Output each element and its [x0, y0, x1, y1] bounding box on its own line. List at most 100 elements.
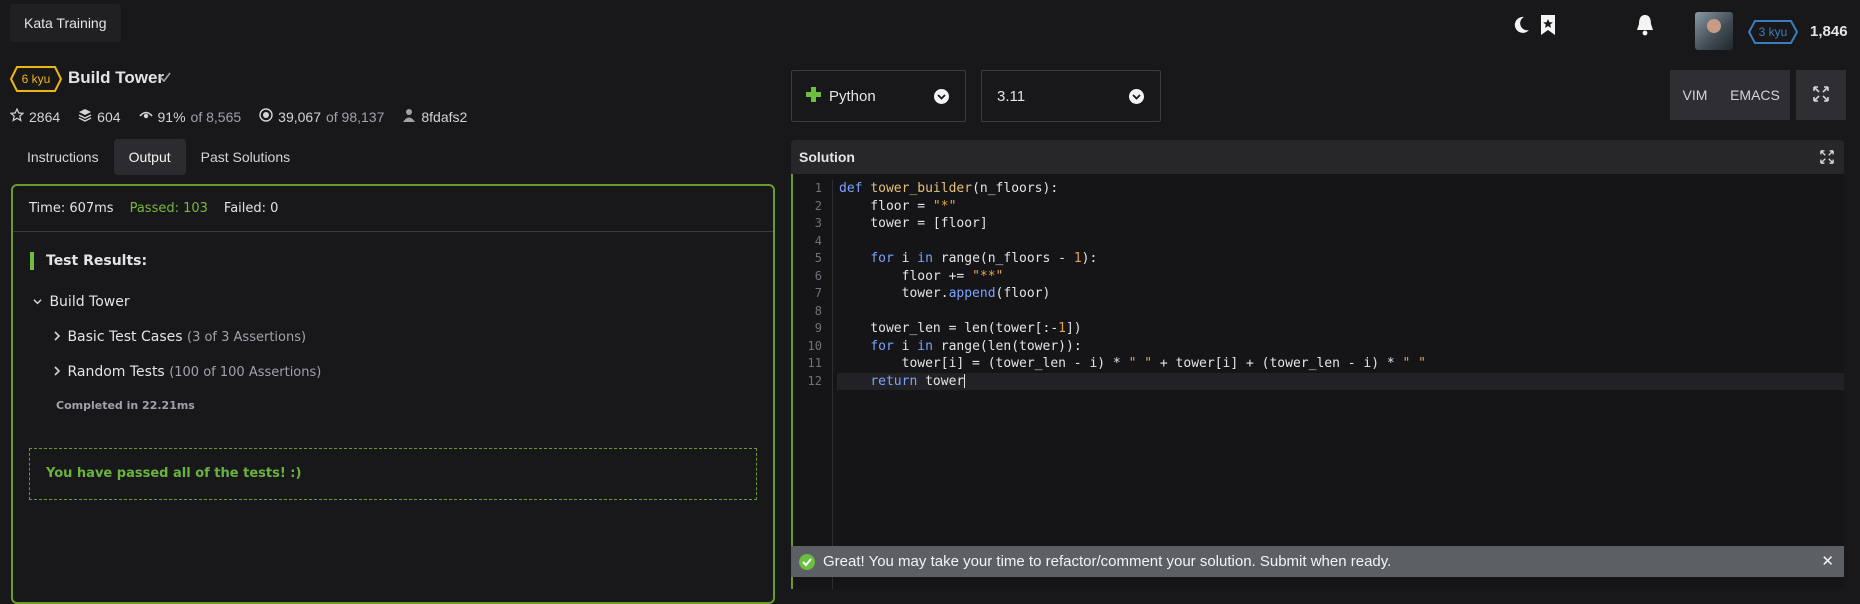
top-bar: Kata Training 3 kyu 1,846: [0, 0, 1860, 50]
emacs-button[interactable]: EMACS: [1720, 70, 1790, 120]
version-select[interactable]: 3.11: [981, 70, 1161, 122]
satisfaction-of: of 8,565: [190, 108, 242, 125]
moon-icon[interactable]: [1510, 14, 1532, 36]
kata-rank-badge: 6 kyu: [9, 66, 63, 92]
failed-text: Failed: 0: [223, 201, 279, 216]
kata-rank-text: 6 kyu: [21, 72, 51, 86]
chevron-right-icon: [53, 364, 63, 380]
output-panel: Time: 607ms Passed: 103 Failed: 0 Test R…: [11, 184, 775, 604]
chevron-down-icon: [1129, 89, 1144, 104]
fullscreen-button[interactable]: [1796, 70, 1846, 120]
line-number: 8: [814, 303, 822, 318]
stars-count: 2864: [29, 108, 61, 125]
passed-text: Passed: 103: [129, 201, 208, 216]
code-line: return tower: [837, 372, 1844, 390]
user-icon: [402, 108, 416, 125]
line-number: 3: [814, 216, 822, 230]
test-case-detail: (100 of 100 Assertions): [169, 365, 322, 380]
code-content[interactable]: def tower_builder(n_floors): floor = "*"…: [837, 180, 1844, 390]
notification-bar: Great! You may take your time to refacto…: [791, 546, 1844, 577]
code-line: for i in range(n_floors - 1):: [870, 251, 1098, 266]
line-number: 7: [814, 286, 822, 300]
suite-name: Build Tower: [49, 294, 130, 310]
completed-of: of 98,137: [325, 108, 385, 125]
line-number: 4: [814, 233, 822, 248]
line-number: 10: [807, 338, 822, 353]
solution-header: Solution: [791, 140, 1844, 174]
test-case-name: Basic Test Cases: [67, 329, 183, 345]
test-case-detail: (3 of 3 Assertions): [187, 330, 307, 345]
vim-button[interactable]: VIM: [1670, 70, 1720, 120]
editor-mode-buttons: VIM EMACS: [1670, 70, 1846, 120]
line-number: 1: [814, 181, 822, 195]
pass-message-box: You have passed all of the tests! :): [29, 448, 757, 500]
language-select[interactable]: Python: [791, 70, 966, 122]
author-name: 8fdafs2: [421, 108, 468, 125]
time-text: Time: 607ms: [29, 201, 114, 216]
bookmark-icon[interactable]: [1537, 14, 1559, 36]
line-number-gutter: 1 2 3 4 5 6 7 8 9 10 11 12: [793, 180, 833, 589]
satisfaction-percent: 91%: [157, 108, 186, 125]
suite-build-tower[interactable]: Build Tower: [33, 294, 130, 310]
kata-training-button[interactable]: Kata Training: [10, 4, 121, 42]
tab-past-solutions[interactable]: Past Solutions: [186, 139, 306, 175]
layers-icon: [78, 108, 92, 125]
line-number: 12: [807, 373, 822, 388]
user-rank-badge: 3 kyu: [1747, 20, 1799, 44]
language-value: Python: [829, 87, 876, 105]
honor-count: 1,846: [1810, 23, 1848, 40]
line-number: 6: [814, 268, 822, 283]
chevron-down-icon: [934, 89, 949, 104]
line-number: 9: [814, 321, 822, 335]
test-case-name: Random Tests: [67, 364, 165, 380]
test-summary-bar: Time: 607ms Passed: 103 Failed: 0: [13, 186, 773, 232]
test-results-heading: Test Results:: [30, 252, 147, 270]
collections-stat[interactable]: 604: [78, 108, 121, 125]
code-line: for i in range(len(tower)):: [870, 338, 1082, 354]
test-case-random[interactable]: Random Tests (100 of 100 Assertions): [53, 364, 321, 380]
success-icon: [799, 553, 815, 570]
test-case-basic[interactable]: Basic Test Cases (3 of 3 Assertions): [53, 329, 306, 345]
code-line: tower_len = len(tower[:-1]): [839, 321, 1082, 336]
avatar[interactable]: [1695, 12, 1733, 50]
line-number: 2: [814, 198, 822, 213]
notification-message: Great! You may take your time to refacto…: [823, 553, 1392, 570]
collections-count: 604: [97, 108, 121, 125]
stars-stat[interactable]: 2864: [9, 107, 61, 125]
author-stat[interactable]: 8fdafs2: [402, 108, 467, 125]
eye-icon: [138, 108, 153, 125]
code-line: tower[i] = (tower_len - i) * " " + tower…: [839, 356, 1427, 371]
kata-title[interactable]: Build Tower: [68, 68, 164, 88]
bell-icon[interactable]: [1634, 14, 1656, 36]
tab-instructions[interactable]: Instructions: [12, 139, 114, 175]
chevron-down-icon: [33, 294, 45, 310]
code-line: def tower_builder(n_floors):: [839, 181, 1059, 196]
left-tabs: Instructions Output Past Solutions: [12, 139, 305, 175]
code-line: floor = "*": [839, 198, 957, 214]
checkmark-icon: [158, 70, 172, 88]
star-icon: [9, 107, 25, 125]
line-number: 5: [814, 251, 822, 265]
python-icon: [806, 86, 821, 106]
completed-in-text: Completed in 22.21ms: [56, 399, 195, 412]
code-editor[interactable]: 1 2 3 4 5 6 7 8 9 10 11 12 def tower_bui…: [791, 174, 1844, 589]
tab-output[interactable]: Output: [113, 139, 186, 175]
version-value: 3.11: [997, 87, 1026, 105]
expand-icon: [1813, 85, 1829, 105]
expand-icon[interactable]: [1820, 150, 1834, 168]
completed-stat: 39,067 of 98,137: [259, 108, 384, 125]
code-line: floor += "**": [839, 268, 1004, 284]
code-line: tower.append(floor): [839, 286, 1051, 301]
chevron-right-icon: [53, 329, 63, 345]
line-number: 11: [807, 356, 822, 370]
code-line: tower = [floor]: [839, 216, 988, 231]
close-icon[interactable]: ✕: [1821, 552, 1834, 570]
satisfaction-stat: 91% of 8,565: [138, 108, 242, 125]
text-cursor: [964, 374, 966, 388]
kata-stats: 2864 604 91% of 8,565 39,067 of 98,137 8…: [9, 107, 467, 125]
target-icon: [259, 108, 273, 125]
completed-count: 39,067: [278, 108, 321, 125]
user-rank-text: 3 kyu: [1758, 25, 1788, 39]
